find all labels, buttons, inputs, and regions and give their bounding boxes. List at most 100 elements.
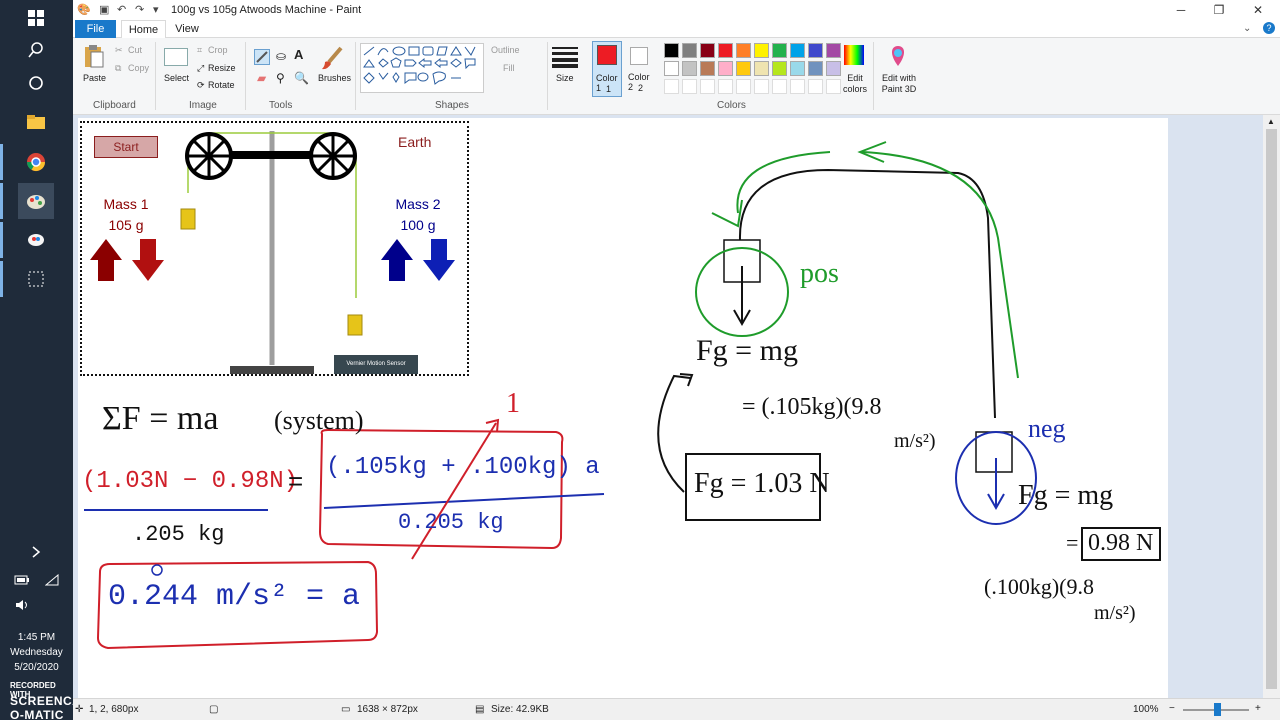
ribbon-tabs: File Home View ⌄ ? xyxy=(73,20,1280,39)
scroll-up-icon[interactable]: ▲ xyxy=(1267,117,1275,126)
snipping-tool-icon[interactable] xyxy=(18,261,54,297)
rotate-button[interactable]: Rotate xyxy=(208,80,235,90)
outline-button[interactable]: Outline xyxy=(491,45,520,55)
fill-bucket-icon[interactable]: ⛀ xyxy=(276,49,286,63)
pencil-icon[interactable] xyxy=(254,49,270,65)
paint3d-taskbar-icon[interactable] xyxy=(18,222,54,258)
clock-day[interactable]: Wednesday xyxy=(0,645,73,660)
redo-icon[interactable]: ↷ xyxy=(135,3,144,16)
zoom-in-button[interactable]: + xyxy=(1255,703,1261,714)
palette-swatch[interactable] xyxy=(790,61,805,76)
help-icon[interactable]: ? xyxy=(1263,22,1275,34)
palette-swatch[interactable] xyxy=(682,61,697,76)
crop-icon[interactable]: ⌗ xyxy=(197,45,202,56)
close-button[interactable]: ✕ xyxy=(1238,0,1278,20)
paint3d-icon[interactable] xyxy=(887,44,909,68)
size-icon[interactable] xyxy=(551,46,579,68)
select-icon[interactable] xyxy=(164,48,188,66)
color2-selector[interactable]: Color 2 2 xyxy=(625,41,655,97)
save-icon[interactable]: ▣ xyxy=(99,3,109,16)
copy-button[interactable]: Copy xyxy=(128,63,149,73)
paste-button[interactable]: Paste xyxy=(83,73,106,83)
custom-color-slot[interactable] xyxy=(808,79,823,94)
select-button[interactable]: Select xyxy=(164,73,189,83)
rotate-icon[interactable]: ⟳ xyxy=(197,80,205,91)
paste-icon[interactable] xyxy=(83,44,105,70)
palette-swatch[interactable] xyxy=(772,43,787,58)
fill-button[interactable]: Fill xyxy=(503,63,515,73)
brushes-button[interactable]: Brushes xyxy=(318,73,351,83)
palette-swatch[interactable] xyxy=(664,43,679,58)
chrome-icon[interactable] xyxy=(18,144,54,180)
shapes-gallery[interactable] xyxy=(360,43,484,93)
tab-home[interactable]: Home xyxy=(121,20,166,39)
size-button[interactable]: Size xyxy=(556,73,574,83)
text-tool-icon[interactable]: A xyxy=(294,47,303,62)
brushes-icon[interactable] xyxy=(319,44,347,72)
resize-icon[interactable]: ⤢ xyxy=(197,63,204,74)
copy-icon[interactable]: ⧉ xyxy=(115,63,121,74)
palette-swatch[interactable] xyxy=(808,61,823,76)
edit-colors-icon[interactable] xyxy=(843,44,865,66)
magnifier-icon[interactable]: 🔍 xyxy=(294,71,309,85)
palette-swatch[interactable] xyxy=(736,43,751,58)
window-title: 100g vs 105g Atwoods Machine - Paint xyxy=(171,4,362,16)
palette-swatch[interactable] xyxy=(754,61,769,76)
drawing-canvas[interactable]: Start Earth Mass 1 105 g Mass 2 100 g Ve… xyxy=(78,118,1168,698)
volume-icon[interactable] xyxy=(10,587,34,623)
custom-color-slot[interactable] xyxy=(700,79,715,94)
custom-color-slot[interactable] xyxy=(772,79,787,94)
clipboard-group-label: Clipboard xyxy=(93,100,136,111)
cortana-icon[interactable] xyxy=(18,65,54,101)
custom-color-slot[interactable] xyxy=(736,79,751,94)
resize-button[interactable]: Resize xyxy=(208,63,236,73)
palette-swatch[interactable] xyxy=(790,43,805,58)
color-picker-icon[interactable]: ⚲ xyxy=(276,71,285,85)
palette-swatch[interactable] xyxy=(808,43,823,58)
ribbon-collapse-icon[interactable]: ⌄ xyxy=(1243,23,1251,34)
fg2-calculation: (.100kg)(9.8 xyxy=(984,574,1094,599)
file-explorer-icon[interactable] xyxy=(18,104,54,140)
edit-colors-button[interactable]: Edit colors xyxy=(842,73,868,95)
edit-with-paint3d-button[interactable]: Edit with Paint 3D xyxy=(879,73,919,95)
quick-access-dropdown-icon[interactable]: ▾ xyxy=(153,3,159,16)
clock-date[interactable]: 5/20/2020 xyxy=(0,660,73,675)
clock-time[interactable]: 1:45 PM xyxy=(0,630,73,645)
palette-swatch[interactable] xyxy=(700,43,715,58)
paint-taskbar-icon[interactable] xyxy=(18,183,54,219)
color1-selector[interactable]: Color 1 1 xyxy=(592,41,622,97)
undo-icon[interactable]: ↶ xyxy=(117,3,126,16)
custom-color-slot[interactable] xyxy=(664,79,679,94)
vertical-scrollbar[interactable]: ▲ xyxy=(1263,115,1280,698)
cut-icon[interactable]: ✂ xyxy=(115,45,123,56)
custom-color-slot[interactable] xyxy=(790,79,805,94)
palette-swatch[interactable] xyxy=(772,61,787,76)
dimensions-icon: ▭ xyxy=(341,704,351,715)
custom-color-slot[interactable] xyxy=(718,79,733,94)
custom-color-slot[interactable] xyxy=(754,79,769,94)
minimize-button[interactable]: ─ xyxy=(1161,0,1201,20)
palette-swatch[interactable] xyxy=(700,61,715,76)
scroll-thumb[interactable] xyxy=(1266,129,1277,689)
palette-swatch[interactable] xyxy=(826,61,841,76)
custom-color-slot[interactable] xyxy=(826,79,841,94)
network-icon[interactable] xyxy=(40,562,64,598)
tab-file[interactable]: File xyxy=(75,20,116,38)
eraser-icon[interactable]: ▰ xyxy=(257,71,266,85)
zoom-out-button[interactable]: − xyxy=(1169,703,1175,714)
maximize-button[interactable]: ❐ xyxy=(1199,0,1239,20)
palette-swatch[interactable] xyxy=(754,43,769,58)
tab-view[interactable]: View xyxy=(172,20,202,38)
zoom-slider-thumb[interactable] xyxy=(1214,703,1221,716)
palette-swatch[interactable] xyxy=(664,61,679,76)
palette-swatch[interactable] xyxy=(718,43,733,58)
search-icon[interactable] xyxy=(18,32,54,68)
palette-swatch[interactable] xyxy=(736,61,751,76)
palette-swatch[interactable] xyxy=(826,43,841,58)
crop-button[interactable]: Crop xyxy=(208,45,228,55)
cut-button[interactable]: Cut xyxy=(128,45,142,55)
custom-color-slot[interactable] xyxy=(682,79,697,94)
windows-start-icon[interactable] xyxy=(18,0,54,36)
palette-swatch[interactable] xyxy=(682,43,697,58)
palette-swatch[interactable] xyxy=(718,61,733,76)
